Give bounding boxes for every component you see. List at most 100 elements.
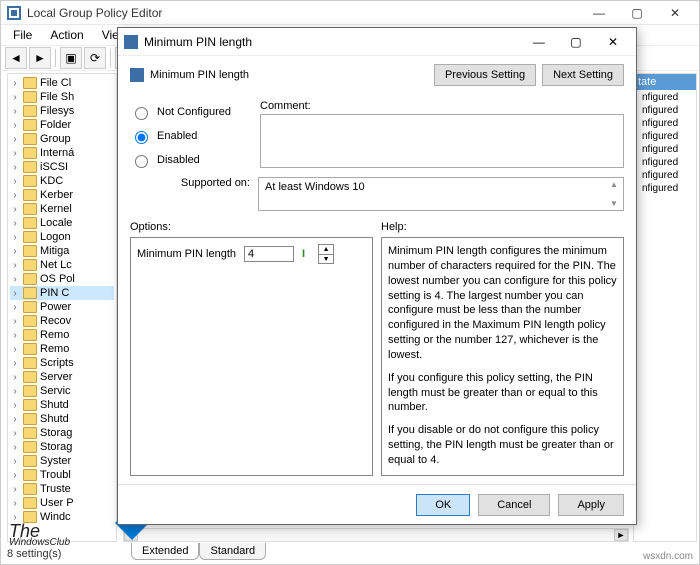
expand-icon[interactable]: › <box>10 134 20 145</box>
expand-icon[interactable]: › <box>10 316 20 327</box>
expand-icon[interactable]: › <box>10 148 20 159</box>
state-row[interactable]: nfigured <box>638 182 692 195</box>
expand-icon[interactable]: › <box>10 204 20 215</box>
horizontal-scrollbar[interactable]: ◄ ► <box>123 528 629 542</box>
expand-icon[interactable]: › <box>10 456 20 467</box>
next-setting-button[interactable]: Next Setting <box>542 64 624 86</box>
pin-length-input[interactable] <box>244 246 294 262</box>
expand-icon[interactable]: › <box>10 176 20 187</box>
tree-item[interactable]: ›File Cl <box>10 76 114 90</box>
expand-icon[interactable]: › <box>10 218 20 229</box>
tree-item[interactable]: ›Shutd <box>10 398 114 412</box>
radio-not-configured[interactable]: Not Configured <box>130 104 250 120</box>
refresh-button[interactable]: ⟳ <box>84 47 106 69</box>
state-row[interactable]: nfigured <box>638 91 692 104</box>
expand-icon[interactable]: › <box>10 386 20 397</box>
expand-icon[interactable]: › <box>10 288 20 299</box>
dialog-maximize-button[interactable]: ▢ <box>559 30 593 54</box>
expand-icon[interactable]: › <box>10 344 20 355</box>
expand-icon[interactable]: › <box>10 106 20 117</box>
state-row[interactable]: nfigured <box>638 169 692 182</box>
dialog-close-button[interactable]: ✕ <box>596 30 630 54</box>
expand-icon[interactable]: › <box>10 358 20 369</box>
expand-icon[interactable]: › <box>10 92 20 103</box>
comment-textarea[interactable] <box>260 114 624 168</box>
scroll-left-icon[interactable]: ◄ <box>124 529 138 541</box>
state-row[interactable]: nfigured <box>638 130 692 143</box>
expand-icon[interactable]: › <box>10 302 20 313</box>
menu-action[interactable]: Action <box>42 26 91 44</box>
back-button[interactable]: ◄ <box>5 47 27 69</box>
expand-icon[interactable]: › <box>10 232 20 243</box>
expand-icon[interactable]: › <box>10 442 20 453</box>
expand-icon[interactable]: › <box>10 330 20 341</box>
tree-item[interactable]: ›PIN C <box>10 286 114 300</box>
expand-icon[interactable]: › <box>10 484 20 495</box>
tree-item[interactable]: ›Truste <box>10 482 114 496</box>
scroll-right-icon[interactable]: ► <box>614 529 628 541</box>
dialog-minimize-button[interactable]: — <box>522 30 556 54</box>
apply-button[interactable]: Apply <box>558 494 624 516</box>
tree-item[interactable]: ›Folder <box>10 118 114 132</box>
spinner-up-icon[interactable]: ▲ <box>319 245 333 255</box>
expand-icon[interactable]: › <box>10 246 20 257</box>
expand-icon[interactable]: › <box>10 400 20 411</box>
expand-icon[interactable]: › <box>10 498 20 509</box>
tree-item[interactable]: ›Group <box>10 132 114 146</box>
tree-item[interactable]: ›Power <box>10 300 114 314</box>
tree-item[interactable]: ›Locale <box>10 216 114 230</box>
tree-item[interactable]: ›iSCSI <box>10 160 114 174</box>
tree-item[interactable]: ›Shutd <box>10 412 114 426</box>
expand-icon[interactable]: › <box>10 414 20 425</box>
spinner-down-icon[interactable]: ▼ <box>319 255 333 264</box>
close-button[interactable]: ✕ <box>657 2 693 24</box>
tree-item[interactable]: ›Kernel <box>10 202 114 216</box>
forward-button[interactable]: ► <box>29 47 51 69</box>
tree-item[interactable]: ›OS Pol <box>10 272 114 286</box>
tree-item[interactable]: ›Logon <box>10 230 114 244</box>
expand-icon[interactable]: › <box>10 512 20 523</box>
tree-item[interactable]: ›Mitiga <box>10 244 114 258</box>
radio-disabled[interactable]: Disabled <box>130 152 250 168</box>
tree-item[interactable]: ›Storag <box>10 440 114 454</box>
tree-item[interactable]: ›Scripts <box>10 356 114 370</box>
tab-extended[interactable]: Extended <box>131 543 199 560</box>
up-button[interactable]: ▣ <box>60 47 82 69</box>
tree-item[interactable]: ›Filesys <box>10 104 114 118</box>
previous-setting-button[interactable]: Previous Setting <box>434 64 536 86</box>
tree-item[interactable]: ›Net Lc <box>10 258 114 272</box>
radio-enabled[interactable]: Enabled <box>130 128 250 144</box>
menu-file[interactable]: File <box>5 26 40 44</box>
expand-icon[interactable]: › <box>10 162 20 173</box>
tree-item[interactable]: ›Storag <box>10 426 114 440</box>
tree-item[interactable]: ›Recov <box>10 314 114 328</box>
expand-icon[interactable]: › <box>10 120 20 131</box>
state-row[interactable]: nfigured <box>638 104 692 117</box>
tree-item[interactable]: ›Windc <box>10 510 114 524</box>
state-row[interactable]: nfigured <box>638 117 692 130</box>
spinner[interactable]: ▲ ▼ <box>318 244 334 264</box>
maximize-button[interactable]: ▢ <box>619 2 655 24</box>
tree-item[interactable]: ›Syster <box>10 454 114 468</box>
tree-item[interactable]: ›Interná <box>10 146 114 160</box>
expand-icon[interactable]: › <box>10 470 20 481</box>
tree-item[interactable]: ›Kerber <box>10 188 114 202</box>
tree-item[interactable]: ›User P <box>10 496 114 510</box>
tree-item[interactable]: ›Servic <box>10 384 114 398</box>
tree-item[interactable]: ›Remo <box>10 342 114 356</box>
cancel-button[interactable]: Cancel <box>478 494 550 516</box>
state-row[interactable]: nfigured <box>638 156 692 169</box>
expand-icon[interactable]: › <box>10 260 20 271</box>
tree-item[interactable]: ›KDC <box>10 174 114 188</box>
expand-icon[interactable]: › <box>10 190 20 201</box>
expand-icon[interactable]: › <box>10 428 20 439</box>
tree-pane[interactable]: ›File Cl›File Sh›Filesys›Folder›Group›In… <box>7 73 117 542</box>
expand-icon[interactable]: › <box>10 372 20 383</box>
expand-icon[interactable]: › <box>10 274 20 285</box>
tree-item[interactable]: ›Troubl <box>10 468 114 482</box>
scroll-track[interactable] <box>138 529 614 541</box>
tree-item[interactable]: ›File Sh <box>10 90 114 104</box>
tree-item[interactable]: ›Server <box>10 370 114 384</box>
ok-button[interactable]: OK <box>416 494 470 516</box>
expand-icon[interactable]: › <box>10 78 20 89</box>
